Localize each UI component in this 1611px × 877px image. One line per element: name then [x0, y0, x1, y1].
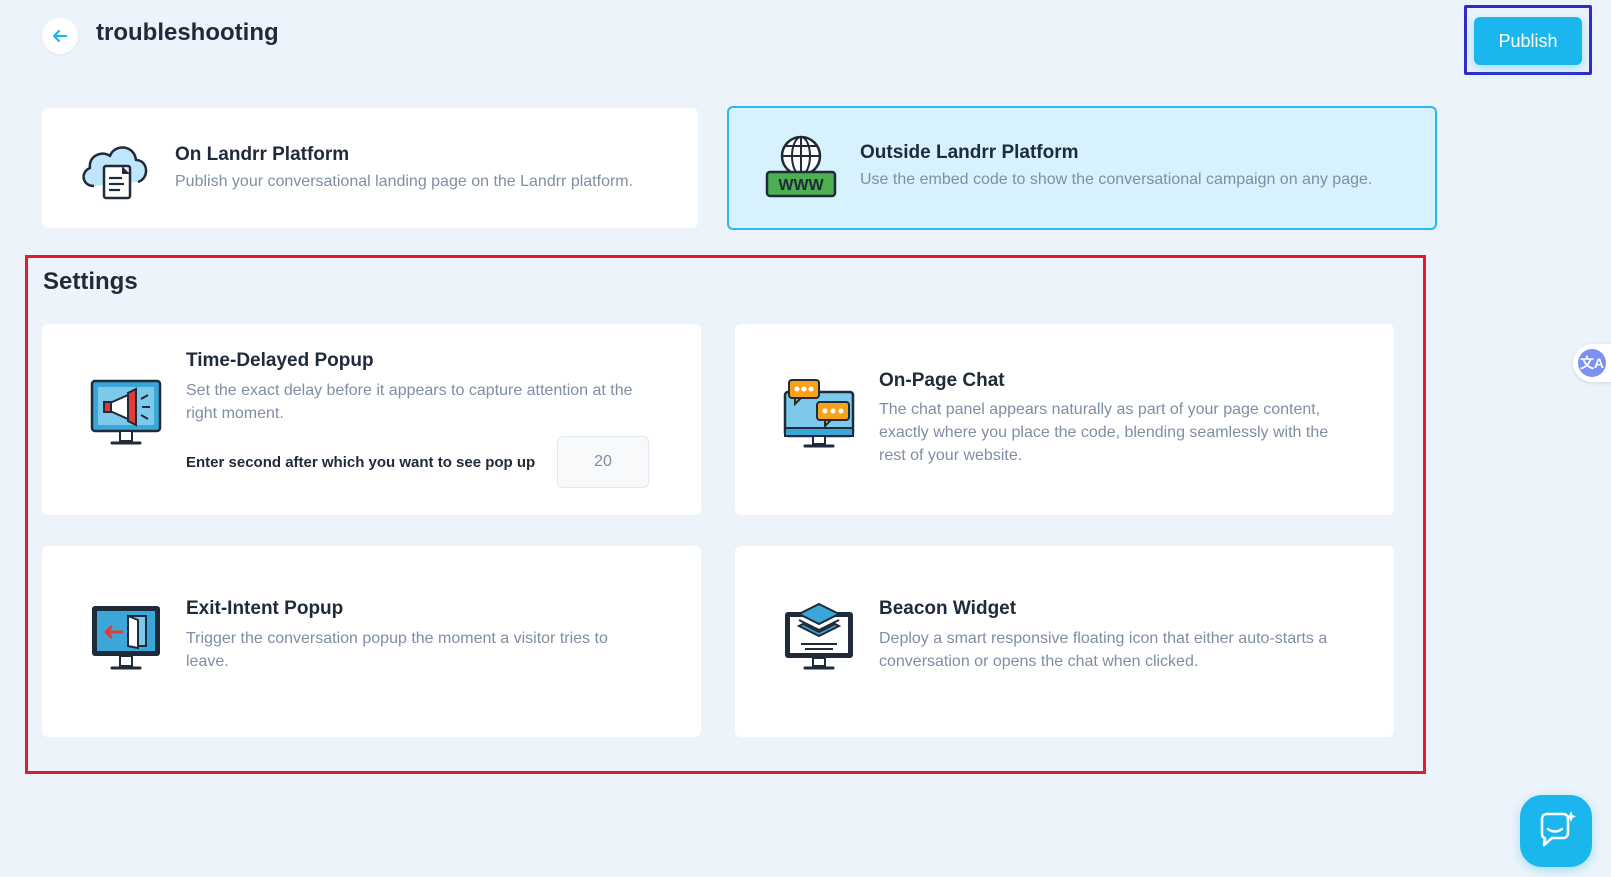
translate-icon: 文A [1578, 349, 1606, 377]
chat-launcher-button[interactable] [1520, 795, 1592, 867]
setting-title: Beacon Widget [879, 598, 1017, 619]
exit-door-monitor-icon [92, 606, 160, 670]
page-title: troubleshooting [96, 19, 279, 46]
layers-monitor-icon [785, 602, 853, 670]
cloud-document-icon [82, 146, 148, 200]
platform-card-on-landrr[interactable]: On Landrr Platform Publish your conversa… [42, 108, 698, 228]
setting-card-on-page-chat[interactable]: On-Page Chat The chat panel appears natu… [735, 324, 1394, 515]
megaphone-monitor-icon [90, 379, 162, 445]
setting-desc: The chat panel appears naturally as part… [879, 401, 1329, 464]
globe-www-icon: WWW [765, 135, 837, 198]
back-button[interactable] [42, 18, 78, 54]
platform-card-outside-landrr[interactable]: WWW Outside Landrr Platform Use the embe… [727, 106, 1437, 230]
chat-monitor-icon [783, 379, 855, 448]
delay-seconds-input[interactable] [557, 436, 649, 488]
setting-desc: Set the exact delay before it appears to… [186, 382, 633, 422]
publish-button[interactable]: Publish [1474, 17, 1582, 65]
setting-title: Time-Delayed Popup [186, 350, 374, 371]
platform-desc: Use the embed code to show the conversat… [860, 171, 1373, 188]
chat-sparkle-icon [1540, 811, 1576, 847]
delay-seconds-label: Enter second after which you want to see… [186, 454, 536, 471]
setting-desc: Deploy a smart responsive floating icon … [879, 630, 1328, 670]
platform-title: On Landrr Platform [175, 144, 350, 165]
settings-title: Settings [43, 268, 138, 295]
setting-title: On-Page Chat [879, 370, 1005, 391]
svg-text:WWW: WWW [778, 177, 824, 194]
setting-title: Exit-Intent Popup [186, 598, 344, 619]
translate-button[interactable]: 文A [1573, 344, 1611, 382]
platform-title: Outside Landrr Platform [860, 142, 1079, 163]
arrow-left-icon [52, 29, 68, 43]
setting-card-beacon-widget[interactable]: Beacon Widget Deploy a smart responsive … [735, 546, 1394, 737]
setting-desc: Trigger the conversation popup the momen… [186, 630, 608, 670]
setting-card-exit-intent-popup[interactable]: Exit-Intent Popup Trigger the conversati… [42, 546, 701, 737]
platform-desc: Publish your conversational landing page… [175, 173, 634, 190]
setting-card-time-delayed-popup[interactable]: Time-Delayed Popup Set the exact delay b… [42, 324, 701, 515]
